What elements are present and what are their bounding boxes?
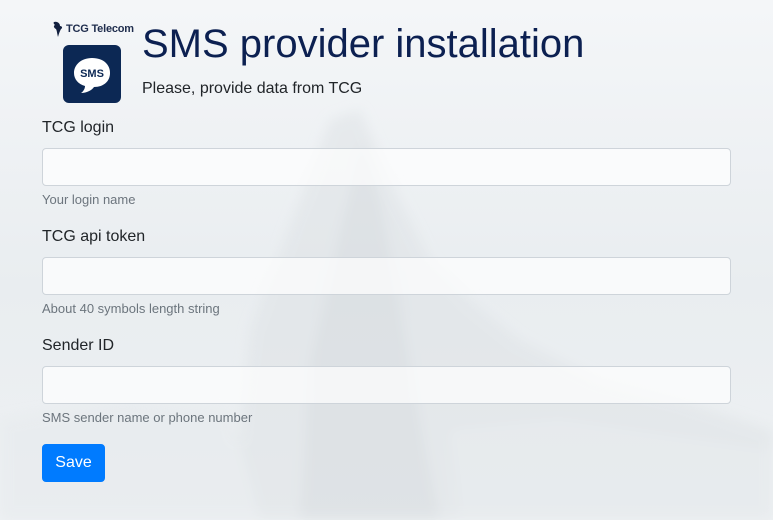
sender-id-field-group: Sender ID SMS sender name or phone numbe… [42,335,731,426]
login-label: TCG login [42,119,115,136]
login-help-text: Your login name [42,192,136,207]
sms-bubble-icon: SMS [74,58,110,93]
sender-id-input[interactable] [42,366,731,404]
login-field-group: TCG login Your login name [42,117,731,208]
logo-area: TCG Telecom SMS [52,19,134,105]
login-input[interactable] [42,148,731,186]
brand-name: TCG Telecom [66,23,134,35]
sender-id-help-text: SMS sender name or phone number [42,410,253,425]
sms-app-icon: SMS [63,45,121,103]
brand-mark-icon [53,21,63,37]
page: TCG Telecom SMS SMS provider installatio… [0,0,773,520]
sender-id-label: Sender ID [42,337,115,354]
sms-icon-text: SMS [80,68,104,80]
api-token-label: TCG api token [42,228,146,245]
save-button[interactable]: Save [42,444,105,482]
page-title: SMS provider installation [142,22,585,66]
brand-logo: TCG Telecom [52,19,134,39]
api-token-input[interactable] [42,257,731,295]
page-subtitle: Please, provide data from TCG [142,80,363,97]
api-token-help-text: About 40 symbols length string [42,301,220,316]
api-token-field-group: TCG api token About 40 symbols length st… [42,226,731,317]
